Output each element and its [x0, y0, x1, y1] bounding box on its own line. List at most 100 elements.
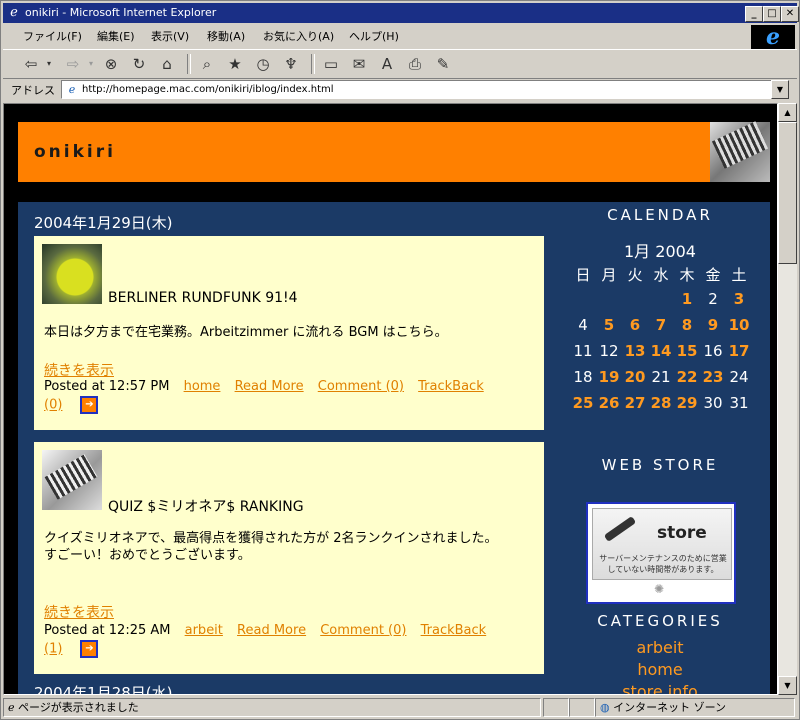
arrow-right-icon[interactable]: ➔: [80, 396, 99, 414]
ie-logo-icon: e: [751, 25, 795, 49]
scroll-down-icon[interactable]: ▼: [778, 676, 797, 695]
calendar-day-link[interactable]: 3: [726, 290, 752, 308]
loading-spinner-icon: ✺: [654, 582, 665, 596]
trackback-count[interactable]: (1): [44, 642, 62, 657]
address-bar: アドレス ℯ http://homepage.mac.com/onikiri/ib…: [3, 79, 797, 101]
toolbar-separator: [187, 54, 191, 74]
calendar-day-link[interactable]: 8: [674, 316, 700, 334]
scroll-up-icon[interactable]: ▲: [778, 103, 797, 122]
calendar-day-link[interactable]: 25: [570, 394, 596, 412]
arrow-right-icon[interactable]: ➔: [80, 640, 99, 658]
calendar-day-link[interactable]: 27: [622, 394, 648, 412]
stop-icon[interactable]: ⊗: [101, 54, 121, 74]
calendar-day-link[interactable]: 26: [596, 394, 622, 412]
calendar-day-link[interactable]: 28: [648, 394, 674, 412]
post-meta: Posted at 12:25 AM arbeit Read More Comm…: [44, 622, 534, 659]
menu-favorites[interactable]: お気に入り(A): [263, 28, 334, 44]
calendar-weekday-row: 日月火水木金土: [570, 264, 752, 290]
trackback-link[interactable]: TrackBack: [418, 379, 484, 394]
store-banner[interactable]: store サーバーメンテナンスのために営業していない時間帯があります。 ✺: [586, 502, 736, 604]
calendar-grid: 日月火水木金土 1 2 3 4 5 6 7 8 9 10 11 12 13 14 15 16 17 18 19 20 21…: [570, 264, 752, 420]
minimize-button[interactable]: _: [745, 6, 763, 22]
parakeet-thumbnail: [42, 244, 102, 304]
status-bar: ℯ ページが表示されました ◍ インターネット ゾーン: [3, 697, 797, 717]
fullscreen-icon[interactable]: ▭: [321, 54, 341, 74]
forward-dropdown-icon[interactable]: ▾: [81, 54, 101, 74]
calendar-day-link[interactable]: 22: [674, 368, 700, 386]
show-more-link[interactable]: 続きを表示: [44, 602, 114, 622]
category-store-info-link[interactable]: store info: [566, 682, 754, 694]
address-input[interactable]: ℯ http://homepage.mac.com/onikiri/iblog/i…: [61, 80, 777, 99]
zone-cell: ◍ インターネット ゾーン: [595, 698, 795, 717]
history-icon[interactable]: ◷: [253, 54, 273, 74]
home-icon[interactable]: ⌂: [157, 54, 177, 74]
calendar-weekday: 金: [705, 266, 721, 284]
status-cell: [543, 698, 569, 717]
calendar-weekday: 土: [731, 266, 747, 284]
calendar-day: 4: [578, 316, 588, 334]
calendar-weekday: 日: [575, 266, 591, 284]
calendar-day-link[interactable]: 9: [700, 316, 726, 334]
main-panel: 2004年1月29日(木) BERLINER RUNDFUNK 91!4 本日は…: [18, 202, 770, 694]
category-link[interactable]: home: [184, 379, 221, 394]
category-home-link[interactable]: home: [566, 660, 754, 679]
show-more-link[interactable]: 続きを表示: [44, 360, 114, 380]
calendar-day-link[interactable]: 19: [596, 368, 622, 386]
vertical-scrollbar[interactable]: ▲ ▼: [778, 103, 797, 695]
menu-view[interactable]: 表示(V): [151, 28, 189, 44]
calendar-week-row: 18 19 20 21 22 23 24: [570, 368, 752, 394]
calendar-day-link[interactable]: 20: [622, 368, 648, 386]
calendar-day-link[interactable]: 15: [674, 342, 700, 360]
mail-icon[interactable]: ✉: [349, 54, 369, 74]
menu-edit[interactable]: 編集(E): [97, 28, 135, 44]
close-button[interactable]: ✕: [781, 6, 799, 22]
menu-go[interactable]: 移動(A): [207, 28, 245, 44]
store-message: サーバーメンテナンスのために営業していない時間帯があります。: [599, 554, 727, 574]
calendar-week-row: 11 12 13 14 15 16 17: [570, 342, 752, 368]
scroll-thumb[interactable]: [778, 122, 797, 264]
calendar-day-link[interactable]: 10: [726, 316, 752, 334]
font-size-icon[interactable]: A: [377, 54, 397, 74]
channels-icon[interactable]: ♆: [281, 54, 301, 74]
store-banner-image: store サーバーメンテナンスのために営業していない時間帯があります。: [592, 508, 732, 580]
trackback-count[interactable]: (0): [44, 398, 62, 413]
back-dropdown-icon[interactable]: ▾: [39, 54, 59, 74]
comment-link[interactable]: Comment (0): [318, 379, 404, 394]
page-icon: ℯ: [68, 82, 76, 96]
calendar-day-link[interactable]: 5: [596, 316, 622, 334]
read-more-link[interactable]: Read More: [235, 379, 304, 394]
print-icon[interactable]: ⎙: [405, 54, 425, 74]
calendar-day-link[interactable]: 17: [726, 342, 752, 360]
calendar-day-link[interactable]: 6: [622, 316, 648, 334]
post-meta: Posted at 12:57 PM home Read More Commen…: [44, 378, 534, 415]
edit-icon[interactable]: ✎: [433, 54, 453, 74]
globe-icon: ◍: [600, 701, 610, 714]
maximize-button[interactable]: □: [763, 6, 781, 22]
favorites-icon[interactable]: ★: [225, 54, 245, 74]
forward-icon[interactable]: ⇨: [63, 54, 83, 74]
trackback-link[interactable]: TrackBack: [421, 623, 487, 638]
post-card: QUIZ $ミリオネア$ RANKING クイズミリオネアで、最高得点を獲得され…: [34, 442, 544, 674]
search-icon[interactable]: ⌕: [197, 54, 217, 74]
address-url: http://homepage.mac.com/onikiri/iblog/in…: [82, 84, 334, 95]
calendar-day-link[interactable]: 23: [700, 368, 726, 386]
menu-help[interactable]: ヘルプ(H): [349, 28, 399, 44]
read-more-link[interactable]: Read More: [237, 623, 306, 638]
calendar-day-link[interactable]: 13: [622, 342, 648, 360]
post-body-line: すごーい！おめでとうございます。: [44, 548, 251, 563]
toolbar: ⇦ ▾ ⇨ ▾ ⊗ ↻ ⌂ ⌕ ★ ◷ ♆ ▭ ✉ A ⎙ ✎: [3, 49, 797, 79]
menu-file[interactable]: ファイル(F): [23, 28, 82, 44]
calendar-day-link[interactable]: 29: [674, 394, 700, 412]
calendar-weekday: 月: [601, 266, 617, 284]
back-icon[interactable]: ⇦: [21, 54, 41, 74]
category-link[interactable]: arbeit: [185, 623, 223, 638]
toolbar-separator: [311, 54, 315, 74]
refresh-icon[interactable]: ↻: [129, 54, 149, 74]
calendar-day-link[interactable]: 7: [648, 316, 674, 334]
calendar-day-link[interactable]: 14: [648, 342, 674, 360]
address-dropdown-icon[interactable]: ▼: [771, 80, 789, 99]
comment-link[interactable]: Comment (0): [320, 623, 406, 638]
category-arbeit-link[interactable]: arbeit: [566, 638, 754, 657]
calendar-day-link[interactable]: 1: [674, 290, 700, 308]
post-body: クイズミリオネアで、最高得点を獲得された方が 2名ランクインされました。 すごー…: [44, 530, 514, 564]
